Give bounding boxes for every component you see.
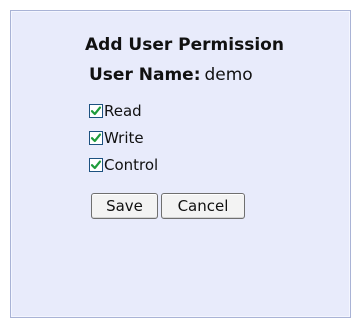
write-label[interactable]: Write (104, 129, 144, 147)
read-checkbox[interactable] (89, 104, 103, 118)
permission-read[interactable]: Read (89, 101, 142, 121)
save-button[interactable]: Save (91, 193, 158, 219)
checkmark-icon (90, 160, 102, 170)
panel-title: Add User Permission (85, 35, 284, 55)
control-label[interactable]: Control (104, 156, 158, 174)
user-name-label: User Name: (89, 65, 201, 85)
checkmark-icon (90, 106, 102, 116)
control-checkbox[interactable] (89, 158, 103, 172)
permission-write[interactable]: Write (89, 128, 144, 148)
write-checkbox[interactable] (89, 131, 103, 145)
user-name-value: demo (204, 65, 253, 85)
permission-control[interactable]: Control (89, 155, 158, 175)
add-user-permission-panel: Add User Permission User Name: demo Read … (10, 10, 351, 318)
read-label[interactable]: Read (104, 102, 142, 120)
user-name-row: User Name: demo (89, 65, 253, 85)
checkmark-icon (90, 133, 102, 143)
cancel-button[interactable]: Cancel (161, 193, 245, 219)
